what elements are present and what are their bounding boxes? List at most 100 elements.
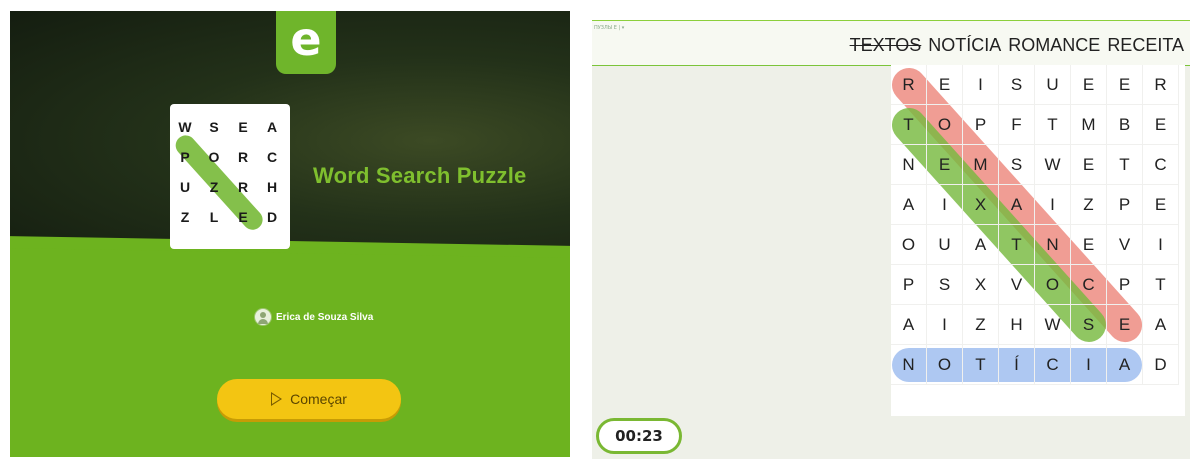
grid-letter[interactable]: T xyxy=(1143,265,1179,305)
word-list-bar: ПУЗЛЫ Е | ▾ TEXTOS NOTÍCIA ROMANCE RECEITA xyxy=(592,20,1190,66)
mini-grid-letter: H xyxy=(266,179,278,195)
mini-grid-letter: A xyxy=(266,119,278,135)
grid-letter[interactable]: D xyxy=(1143,345,1179,385)
grid-letter[interactable]: A xyxy=(891,305,927,345)
grid-letter[interactable]: N xyxy=(891,145,927,185)
letter-grid[interactable]: REISUEERTOPFTMBENEMSWETCAIXAIZPEOUATNEVI… xyxy=(884,60,1185,416)
mini-grid-letter: Z xyxy=(209,179,219,195)
grid-letter[interactable]: T xyxy=(999,225,1035,265)
grid-letter[interactable]: V xyxy=(1107,225,1143,265)
grid-letter[interactable]: X xyxy=(963,185,999,225)
grid-letter[interactable]: E xyxy=(1071,65,1107,105)
grid-letter[interactable]: E xyxy=(1107,65,1143,105)
grid-letter[interactable]: B xyxy=(1107,105,1143,145)
mini-grid-letter: D xyxy=(266,209,278,225)
grid-letter[interactable]: M xyxy=(963,145,999,185)
grid-letter[interactable]: P xyxy=(891,265,927,305)
grid-letter[interactable]: I xyxy=(927,185,963,225)
mini-puzzle-preview: WSEAPORCUZRHZLED xyxy=(170,104,290,249)
grid-letter[interactable]: U xyxy=(927,225,963,265)
grid-letter[interactable]: F xyxy=(999,105,1035,145)
grid-letter[interactable]: E xyxy=(927,145,963,185)
header-small-label: ПУЗЛЫ Е | ▾ xyxy=(594,25,625,31)
grid-letter[interactable]: R xyxy=(1143,65,1179,105)
grid-letter[interactable]: O xyxy=(927,345,963,385)
mini-grid-letter: C xyxy=(266,149,278,165)
grid-letter[interactable]: X xyxy=(963,265,999,305)
grid-letter[interactable]: I xyxy=(1071,345,1107,385)
game-screen: ПУЗЛЫ Е | ▾ TEXTOS NOTÍCIA ROMANCE RECEITA … xyxy=(592,20,1190,459)
grid-letter[interactable]: S xyxy=(999,65,1035,105)
mini-grid-letter: R xyxy=(237,179,249,195)
word-item: NOTÍCIA xyxy=(928,35,1002,55)
user-name: Erica de Souza Silva xyxy=(276,311,374,323)
word-item: TEXTOS xyxy=(849,35,922,55)
grid-letter[interactable]: T xyxy=(891,105,927,145)
word-item: ROMANCE xyxy=(1008,35,1101,55)
grid-letter[interactable]: E xyxy=(927,65,963,105)
grid-letter[interactable]: P xyxy=(1107,185,1143,225)
grid-letter[interactable]: C xyxy=(1035,345,1071,385)
grid-letter[interactable]: U xyxy=(1035,65,1071,105)
mini-grid-letter: S xyxy=(209,119,219,135)
logo-letter: e xyxy=(290,12,322,66)
app-logo: e xyxy=(276,11,336,74)
grid-letter[interactable]: Í xyxy=(999,345,1035,385)
mini-grid-letter: U xyxy=(179,179,191,195)
grid-letter[interactable]: Z xyxy=(963,305,999,345)
start-button-label: Começar xyxy=(290,391,347,407)
grid-letter[interactable]: A xyxy=(963,225,999,265)
grid-letter[interactable]: R xyxy=(891,65,927,105)
grid-letter[interactable]: I xyxy=(1035,185,1071,225)
mini-grid-letter: E xyxy=(238,119,248,135)
grid-letter[interactable]: A xyxy=(999,185,1035,225)
mini-grid-letter: P xyxy=(180,149,190,165)
user-info: Erica de Souza Silva xyxy=(254,308,373,326)
intro-screen: e WSEAPORCUZRHZLED Word Search Puzzle Er… xyxy=(10,11,570,457)
mini-grid-letter: W xyxy=(178,119,192,135)
grid-letter[interactable]: C xyxy=(1071,265,1107,305)
grid-letter[interactable]: I xyxy=(927,305,963,345)
timer: 00:23 xyxy=(596,418,682,454)
grid-letter[interactable]: Z xyxy=(1071,185,1107,225)
grid-letter[interactable]: O xyxy=(1035,265,1071,305)
grid-letter[interactable]: I xyxy=(963,65,999,105)
grid-letter[interactable]: S xyxy=(1071,305,1107,345)
game-title: Word Search Puzzle xyxy=(313,163,527,188)
grid-letter[interactable]: A xyxy=(891,185,927,225)
grid-letter[interactable]: P xyxy=(963,105,999,145)
user-avatar-icon xyxy=(254,308,272,326)
word-list: TEXTOS NOTÍCIA ROMANCE RECEITA xyxy=(850,35,1184,56)
grid-letter[interactable]: S xyxy=(999,145,1035,185)
word-item: RECEITA xyxy=(1107,35,1184,55)
grid-letter[interactable]: T xyxy=(1107,145,1143,185)
grid-letter[interactable]: E xyxy=(1107,305,1143,345)
mini-grid-letter: O xyxy=(208,149,220,165)
grid-letter[interactable]: C xyxy=(1143,145,1179,185)
grid-letter[interactable]: E xyxy=(1071,145,1107,185)
grid-letter[interactable]: O xyxy=(927,105,963,145)
grid-letter[interactable]: N xyxy=(891,345,927,385)
intro-footer-background xyxy=(10,247,570,457)
grid-letter[interactable]: W xyxy=(1035,145,1071,185)
grid-letter[interactable]: S xyxy=(927,265,963,305)
grid-letter[interactable]: M xyxy=(1071,105,1107,145)
grid-letter[interactable]: E xyxy=(1143,105,1179,145)
grid-letter[interactable]: I xyxy=(1143,225,1179,265)
grid-letter[interactable]: T xyxy=(963,345,999,385)
grid-letter[interactable]: H xyxy=(999,305,1035,345)
grid-letter[interactable]: E xyxy=(1071,225,1107,265)
grid-letter[interactable]: N xyxy=(1035,225,1071,265)
play-icon xyxy=(271,392,283,406)
mini-grid-letter: R xyxy=(237,149,249,165)
grid-letter[interactable]: V xyxy=(999,265,1035,305)
grid-letter[interactable]: A xyxy=(1107,345,1143,385)
mini-grid-letter: L xyxy=(209,209,219,225)
grid-letter[interactable]: W xyxy=(1035,305,1071,345)
grid-letter[interactable]: E xyxy=(1143,185,1179,225)
grid-letter[interactable]: T xyxy=(1035,105,1071,145)
start-button[interactable]: Começar xyxy=(217,379,401,419)
grid-letter[interactable]: A xyxy=(1143,305,1179,345)
grid-letter[interactable]: O xyxy=(891,225,927,265)
grid-letter[interactable]: P xyxy=(1107,265,1143,305)
